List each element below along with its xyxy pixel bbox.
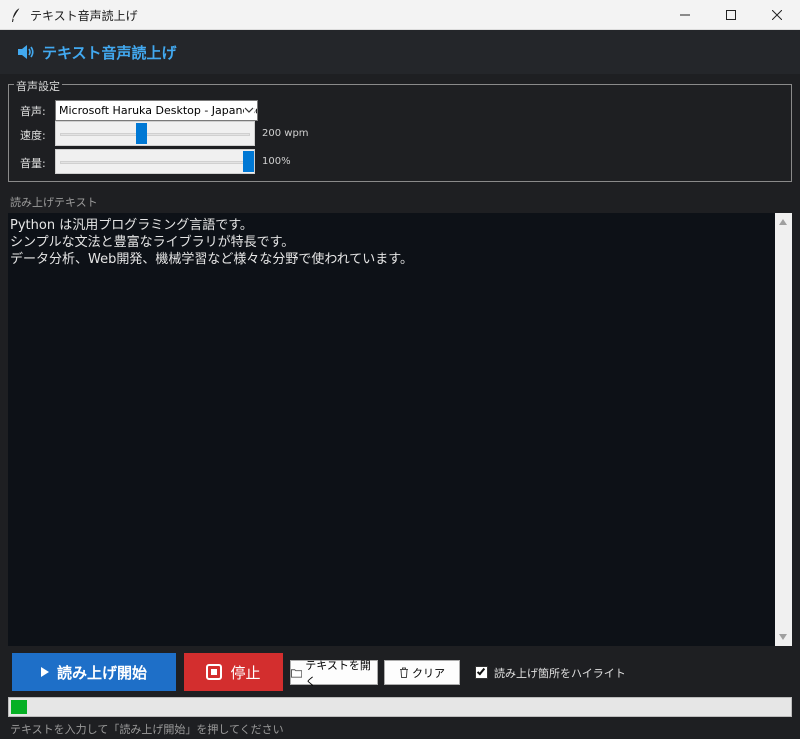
open-text-button[interactable]: テキストを開く [290,659,378,688]
stop-label: 停止 [230,663,261,682]
clear-label: クリア [412,666,445,680]
speed-value: 200 wpm [262,128,309,139]
close-icon [772,10,782,20]
stop-button[interactable]: 停止 [184,653,283,691]
speed-slider-thumb[interactable] [136,123,147,144]
volume-value: 100% [262,156,291,167]
voice-select[interactable]: Microsoft Haruka Desktop - Japanese [55,100,258,121]
highlight-checkbox[interactable] [475,666,488,679]
reading-text-content[interactable]: Python は汎用プログラミング言語です。 シンプルな文法と豊富なライブラリが… [10,217,770,268]
window-title: テキスト音声読上げ [30,9,138,23]
clear-button[interactable]: クリア [384,660,460,685]
folder-icon [291,668,303,678]
voice-label: 音声: [20,105,46,118]
stop-icon [206,664,223,680]
voice-settings-legend: 音声設定 [14,78,62,94]
speed-slider[interactable] [55,121,255,146]
window-title-bar: テキスト音声読上げ [0,0,800,30]
minimize-icon [680,14,690,16]
play-icon [40,667,49,677]
speed-label: 速度: [20,129,46,142]
app-header: テキスト音声読上げ [0,30,800,74]
reading-progress-bar [8,697,792,717]
highlight-checkbox-label[interactable]: 読み上げ箇所をハイライト [494,665,626,681]
scroll-up-arrow-icon[interactable] [779,219,787,225]
start-reading-button[interactable]: 読み上げ開始 [12,653,176,691]
open-text-label: テキストを開く [305,658,371,688]
vertical-scrollbar[interactable] [775,213,792,646]
volume-slider[interactable] [55,149,255,174]
app-title: テキスト音声読上げ [42,44,177,62]
speaker-icon [18,45,34,59]
checkmark-icon [476,666,486,676]
close-button[interactable] [754,0,800,30]
volume-label: 音量: [20,157,46,170]
start-reading-label: 読み上げ開始 [56,663,147,682]
trash-icon [400,667,408,678]
volume-slider-track [60,161,250,164]
volume-slider-thumb[interactable] [243,151,254,172]
progress-fill [11,700,27,714]
voice-select-value: Microsoft Haruka Desktop - Japanese [59,104,258,117]
minimize-button[interactable] [662,0,708,30]
status-text: テキストを入力して「読み上げ開始」を押してください [10,723,284,736]
reading-text-area[interactable]: Python は汎用プログラミング言語です。 シンプルな文法と豊富なライブラリが… [8,213,792,646]
feather-icon [12,7,21,22]
chevron-down-icon [244,106,254,114]
reading-text-label: 読み上げテキスト [10,196,98,209]
speed-slider-track [60,133,250,136]
maximize-button[interactable] [708,0,754,30]
maximize-icon [726,10,736,20]
scroll-down-arrow-icon[interactable] [779,634,787,640]
